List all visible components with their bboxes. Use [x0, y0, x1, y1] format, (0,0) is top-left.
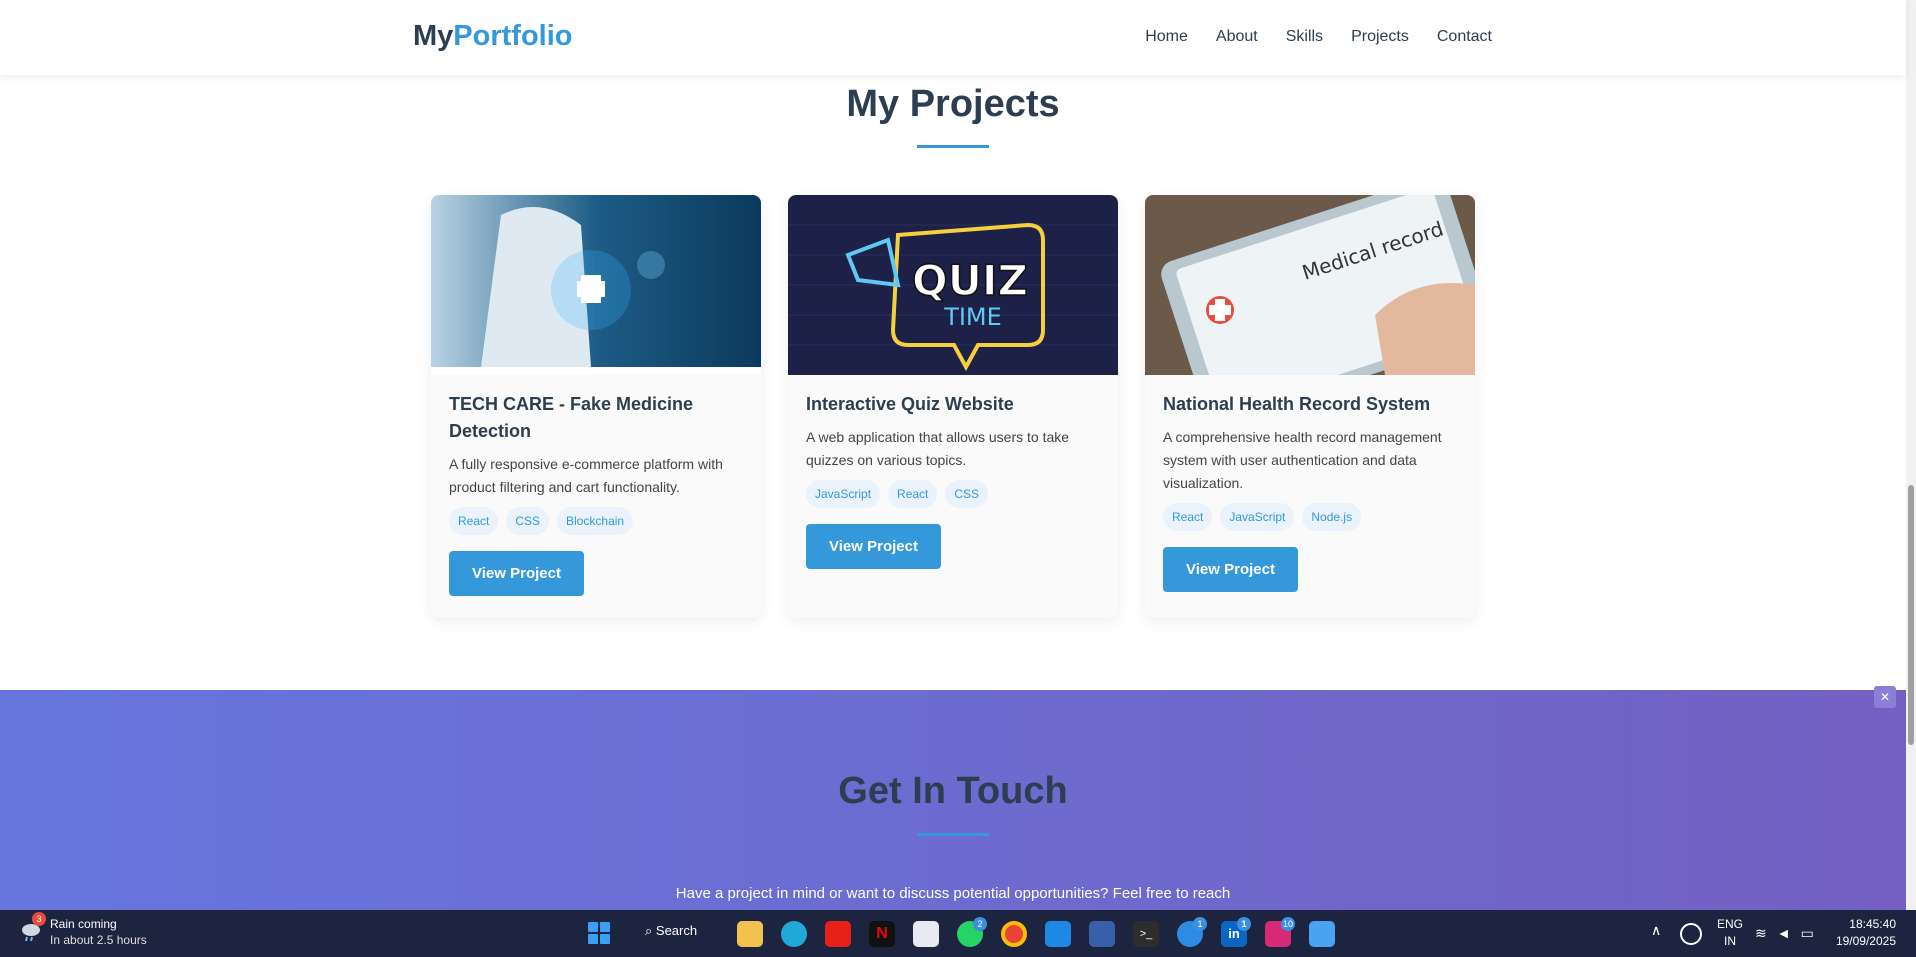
battery-icon: ▭	[1800, 925, 1814, 941]
tag: React	[888, 480, 938, 508]
nav-link-about[interactable]: About	[1216, 28, 1258, 46]
whatsapp-icon[interactable]: 2	[957, 917, 987, 947]
card-description: A comprehensive health record management…	[1163, 429, 1442, 491]
instagram-icon[interactable]: 10	[1265, 917, 1295, 947]
tag: CSS	[506, 507, 550, 535]
chrome-icon[interactable]	[1001, 921, 1027, 947]
logo-text-portfolio: Portfolio	[453, 20, 573, 52]
view-project-button[interactable]: View Project	[449, 551, 584, 596]
section-title-projects: My Projects	[846, 83, 1060, 125]
region-code: IN	[1724, 934, 1736, 948]
netflix-icon[interactable]: N	[869, 921, 895, 947]
weather-line2: In about 2.5 hours	[50, 933, 147, 947]
tag: React	[449, 507, 499, 535]
project-card-health: Medical record National Health Record Sy…	[1145, 195, 1475, 618]
store-icon[interactable]	[913, 921, 939, 947]
file-explorer-icon[interactable]	[737, 921, 763, 947]
weather-line1: Rain coming	[50, 917, 117, 931]
volume-icon: ◄	[1776, 925, 1791, 941]
search-label: Search	[655, 923, 698, 938]
weather-widget[interactable]: 3 Rain coming In about 2.5 hours	[20, 912, 147, 948]
nav-link-home[interactable]: Home	[1145, 28, 1188, 46]
project-card-quiz: QUIZ TIME Interactive Quiz Website A web…	[788, 195, 1118, 618]
tag-list: JavaScript React CSS	[806, 480, 1100, 508]
notification-badge: 2	[973, 917, 987, 931]
site-logo[interactable]: MyPortfolio	[413, 20, 573, 53]
photos-icon[interactable]	[1309, 921, 1335, 947]
youtube-icon[interactable]	[825, 921, 851, 947]
clock-time: 18:45:40	[1849, 917, 1896, 931]
navbar: MyPortfolio Home About Skills Projects C…	[0, 0, 1906, 75]
language-indicator[interactable]: ENG IN	[1717, 916, 1743, 950]
logo-text-my: My	[413, 20, 454, 52]
project-image-health: Medical record	[1145, 195, 1475, 375]
title-underline	[917, 833, 989, 836]
sync-icon[interactable]	[1680, 923, 1702, 945]
view-project-button[interactable]: View Project	[1163, 547, 1298, 592]
linkedin-icon[interactable]: in 1	[1221, 917, 1251, 947]
notification-badge: 1	[1237, 917, 1251, 931]
quiz-image-text: TIME	[943, 303, 1002, 331]
title-underline	[917, 145, 989, 148]
terminal-icon[interactable]: >_	[1133, 921, 1159, 947]
scrollbar-thumb[interactable]	[1908, 485, 1914, 745]
nav-link-contact[interactable]: Contact	[1437, 28, 1492, 46]
nav-links: Home About Skills Projects Contact	[1145, 28, 1492, 46]
view-project-button[interactable]: View Project	[806, 524, 941, 569]
clock[interactable]: 18:45:40 19/09/2025	[1836, 916, 1896, 950]
card-body: TECH CARE - Fake Medicine Detection A fu…	[449, 391, 743, 596]
contact-section: ✕ Get In Touch Have a project in mind or…	[0, 686, 1906, 910]
taskbar: 3 Rain coming In about 2.5 hours ⌕ Searc…	[0, 910, 1916, 957]
windows-start-icon[interactable]	[588, 922, 610, 944]
quiz-image-text: QUIZ	[912, 256, 1028, 305]
close-icon[interactable]: ✕	[1874, 686, 1896, 708]
tag: React	[1163, 503, 1213, 531]
copilot-icon[interactable]: 1	[1177, 917, 1207, 947]
app-icon[interactable]	[1089, 921, 1115, 947]
system-tray[interactable]: ≋ ◄ ▭	[1755, 925, 1814, 942]
wifi-icon: ≋	[1755, 925, 1767, 941]
card-body: Interactive Quiz Website A web applicati…	[806, 391, 1100, 569]
weather-badge: 3	[32, 912, 46, 926]
nav-link-projects[interactable]: Projects	[1351, 28, 1409, 46]
tag: JavaScript	[806, 480, 881, 508]
clock-date: 19/09/2025	[1835, 934, 1896, 948]
language-code: ENG	[1717, 917, 1744, 931]
contact-intro-text: Have a project in mind or want to discus…	[675, 885, 1231, 902]
notification-badge: 10	[1281, 917, 1295, 931]
card-body: National Health Record System A comprehe…	[1163, 391, 1457, 592]
card-title: Interactive Quiz Website	[806, 394, 1014, 414]
section-title-contact: Get In Touch	[838, 770, 1068, 812]
taskbar-search[interactable]: ⌕ Search	[645, 923, 697, 939]
tag: Blockchain	[557, 507, 634, 535]
page-scrollbar[interactable]	[1906, 0, 1916, 910]
tag: JavaScript	[1220, 503, 1295, 531]
card-title: TECH CARE - Fake Medicine Detection	[449, 394, 694, 441]
tag: Node.js	[1302, 503, 1362, 531]
chevron-up-icon[interactable]: ∧	[1651, 922, 1661, 939]
projects-section: My Projects TECH CARE - Fake Medicine De…	[0, 75, 1906, 690]
card-title: National Health Record System	[1163, 394, 1431, 414]
card-description: A web application that allows users to t…	[806, 429, 1070, 468]
project-image-techcare	[431, 195, 761, 375]
nav-link-skills[interactable]: Skills	[1286, 28, 1323, 46]
edge-browser-icon[interactable]	[781, 921, 807, 947]
project-image-quiz: QUIZ TIME	[788, 195, 1118, 375]
tag: CSS	[945, 480, 989, 508]
vscode-icon[interactable]	[1045, 921, 1071, 947]
notification-badge: 1	[1193, 917, 1207, 931]
tag-list: React CSS Blockchain	[449, 507, 743, 535]
tag-list: React JavaScript Node.js	[1163, 503, 1457, 531]
project-card-techcare: TECH CARE - Fake Medicine Detection A fu…	[431, 195, 761, 618]
card-description: A fully responsive e-commerce platform w…	[449, 456, 723, 495]
